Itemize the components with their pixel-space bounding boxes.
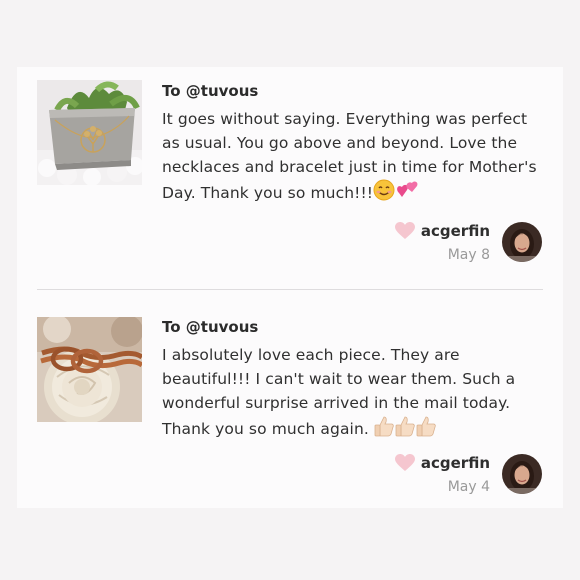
review-item: To @tuvous I absolutely love each piece.…	[17, 290, 563, 508]
thumbs-up-icon	[416, 415, 437, 444]
review-text: I absolutely love each piece. They are b…	[162, 346, 516, 438]
user-avatar-photo	[502, 222, 542, 262]
review-item: To @tuvous It goes without saying. Every…	[17, 67, 563, 289]
review-date: May 8	[447, 247, 490, 263]
two-hearts-icon	[395, 179, 419, 208]
heart-icon[interactable]	[394, 454, 415, 472]
review-meta: acgerfin May 4	[394, 451, 490, 497]
thumbs-up-icon	[374, 415, 395, 444]
reviewer-username[interactable]: acgerfin	[421, 454, 490, 472]
review-photo[interactable]	[37, 317, 142, 422]
review-text-block: I absolutely love each piece. They are b…	[162, 343, 547, 444]
smiling-face-icon	[373, 179, 395, 208]
tree-necklace-photo	[37, 80, 142, 185]
review-recipient[interactable]: To @tuvous	[162, 80, 547, 102]
review-user-row: acgerfin	[394, 451, 490, 475]
heart-icon[interactable]	[394, 222, 415, 240]
screenshot-canvas: To @tuvous It goes without saying. Every…	[0, 0, 580, 580]
rope-bracelet-photo	[37, 317, 142, 422]
user-avatar-photo	[502, 454, 542, 494]
review-content: To @tuvous I absolutely love each piece.…	[162, 316, 547, 444]
review-content: To @tuvous It goes without saying. Every…	[162, 80, 547, 208]
reviewer-username[interactable]: acgerfin	[421, 222, 490, 240]
review-recipient[interactable]: To @tuvous	[162, 316, 547, 338]
avatar[interactable]	[502, 454, 542, 494]
reviews-card: To @tuvous It goes without saying. Every…	[17, 67, 563, 508]
thumbs-up-icon	[395, 415, 416, 444]
review-user-row: acgerfin	[394, 219, 490, 243]
review-text-block: It goes without saying. Everything was p…	[162, 107, 547, 208]
avatar[interactable]	[502, 222, 542, 262]
review-text: It goes without saying. Everything was p…	[162, 110, 537, 202]
review-date: May 4	[447, 479, 490, 495]
review-photo[interactable]	[37, 80, 142, 185]
review-meta: acgerfin May 8	[394, 219, 490, 265]
